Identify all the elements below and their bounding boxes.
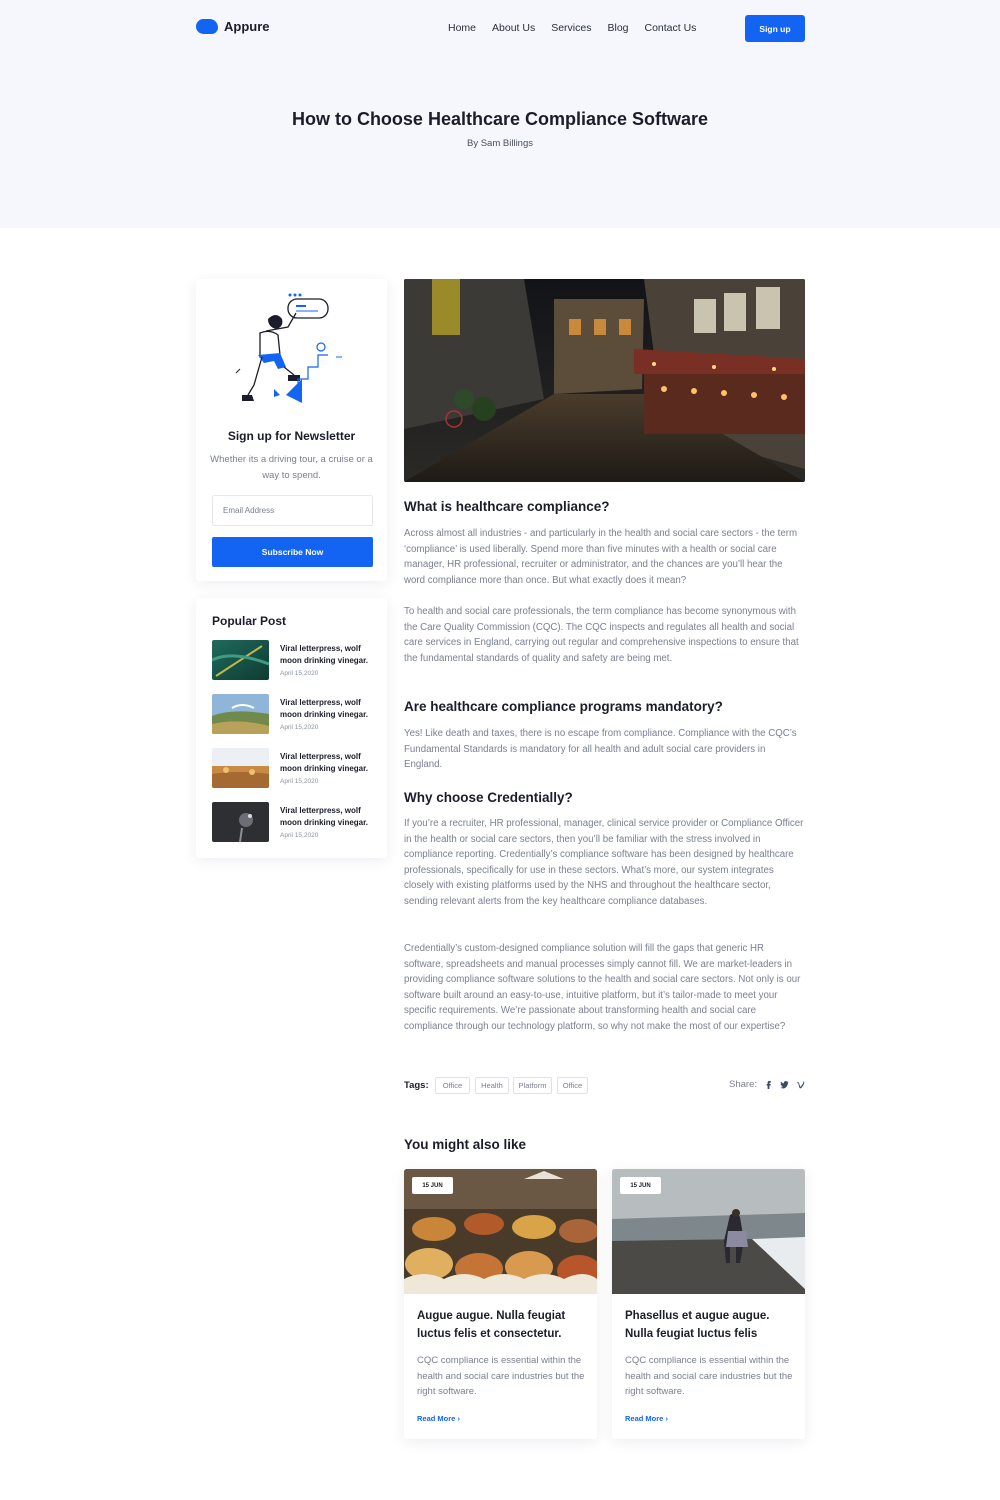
popular-posts-title: Popular Post [212, 614, 287, 628]
share-links: Share: [729, 1079, 805, 1090]
popular-post-title: Viral letterpress, wolf moon drinking vi… [280, 806, 369, 827]
section-heading: What is healthcare compliance? [404, 499, 610, 514]
related-post-description: CQC compliance is essential within the h… [625, 1355, 793, 1398]
facebook-icon[interactable] [764, 1080, 773, 1089]
read-more-link[interactable]: Read More › [625, 1414, 668, 1423]
signup-button[interactable]: Sign up [745, 15, 805, 42]
hero-section: Appure Home About Us Services Blog Conta… [0, 0, 1000, 228]
nav-link-about[interactable]: About Us [492, 22, 535, 34]
popular-post-date: April 15,2020 [280, 778, 319, 785]
date-badge: 15 JUN [620, 1177, 661, 1194]
top-navigation: Appure Home About Us Services Blog Conta… [196, 15, 805, 43]
post-thumbnail [212, 802, 269, 842]
author-byline: By Sam Billings [467, 138, 533, 149]
chevron-right-icon: › [457, 1414, 460, 1423]
twitter-icon[interactable] [780, 1080, 789, 1089]
section-heading: Why choose Credentially? [404, 790, 573, 805]
newsletter-title: Sign up for Newsletter [227, 429, 356, 443]
logo[interactable]: Appure [196, 19, 270, 34]
article-feature-image [404, 279, 805, 482]
article-paragraph: Yes! Like death and taxes, there is no e… [404, 728, 797, 771]
tags-share-row: Tags: Office Health Platform Office Shar… [404, 1077, 805, 1095]
related-post-card[interactable]: 15 JUN Augue augue. Nulla feugiat luctus… [404, 1169, 597, 1439]
popular-post-item[interactable]: Viral letterpress, wolf moon drinking vi… [212, 640, 382, 682]
popular-post-date: April 15,2020 [280, 724, 319, 731]
nav-link-services[interactable]: Services [551, 22, 591, 34]
popular-post-title: Viral letterpress, wolf moon drinking vi… [280, 644, 369, 665]
post-thumbnail [212, 694, 269, 734]
nav-link-home[interactable]: Home [448, 22, 476, 34]
read-more-link[interactable]: Read More › [417, 1414, 460, 1423]
popular-post-item[interactable]: Viral letterpress, wolf moon drinking vi… [212, 748, 382, 790]
read-more-label: Read More [417, 1414, 456, 1423]
vimeo-icon[interactable] [796, 1080, 805, 1089]
related-post-title[interactable]: Phasellus et augue augue. Nulla feugiat … [625, 1308, 795, 1343]
nav-link-blog[interactable]: Blog [607, 22, 628, 34]
chevron-right-icon: › [665, 1414, 668, 1423]
popular-post-title: Viral letterpress, wolf moon drinking vi… [280, 698, 369, 719]
tag-office[interactable]: Office [435, 1077, 470, 1094]
popular-post-date: April 15,2020 [280, 832, 319, 839]
popular-post-item[interactable]: Viral letterpress, wolf moon drinking vi… [212, 694, 382, 736]
related-post-title[interactable]: Augue augue. Nulla feugiat luctus felis … [417, 1308, 587, 1343]
share-label: Share: [729, 1079, 757, 1090]
climbing-person-illustration [235, 293, 342, 403]
article-paragraph: To health and social care professionals,… [404, 606, 799, 664]
tag-health[interactable]: Health [475, 1077, 509, 1094]
main-menu: Home About Us Services Blog Contact Us [448, 22, 696, 34]
brand-name: Appure [224, 19, 270, 34]
cloud-logo-icon [196, 19, 218, 34]
article-paragraph: Credentially’s custom-designed complianc… [404, 943, 801, 1032]
related-post-description: CQC compliance is essential within the h… [417, 1355, 585, 1398]
related-post-card[interactable]: 15 JUN Phasellus et augue augue. Nulla f… [612, 1169, 805, 1439]
article-paragraph: If you’re a recruiter, HR professional, … [404, 818, 804, 907]
popular-post-date: April 15,2020 [280, 670, 319, 677]
tag-platform[interactable]: Platform [513, 1077, 552, 1094]
article-paragraph: Across almost all industries - and parti… [404, 528, 798, 586]
related-posts-title: You might also like [404, 1137, 527, 1152]
popular-post-title: Viral letterpress, wolf moon drinking vi… [280, 752, 369, 773]
tag-office[interactable]: Office [557, 1077, 588, 1094]
email-field[interactable] [212, 495, 373, 526]
newsletter-card: Sign up for Newsletter Whether its a dri… [196, 279, 387, 581]
date-badge: 15 JUN [412, 1177, 453, 1194]
read-more-label: Read More [625, 1414, 664, 1423]
section-heading: Are healthcare compliance programs manda… [404, 699, 723, 714]
page-title: How to Choose Healthcare Compliance Soft… [291, 109, 709, 129]
newsletter-description: Whether its a driving tour, a cruise or … [210, 454, 373, 481]
subscribe-button[interactable]: Subscribe Now [212, 537, 373, 567]
popular-post-item[interactable]: Viral letterpress, wolf moon drinking vi… [212, 802, 382, 844]
post-thumbnail [212, 640, 269, 680]
popular-posts-card: Popular Post Viral letterpress, wolf moo… [196, 598, 387, 858]
tags-label: Tags: [404, 1080, 429, 1091]
nav-link-contact[interactable]: Contact Us [645, 22, 697, 34]
post-thumbnail [212, 748, 269, 788]
